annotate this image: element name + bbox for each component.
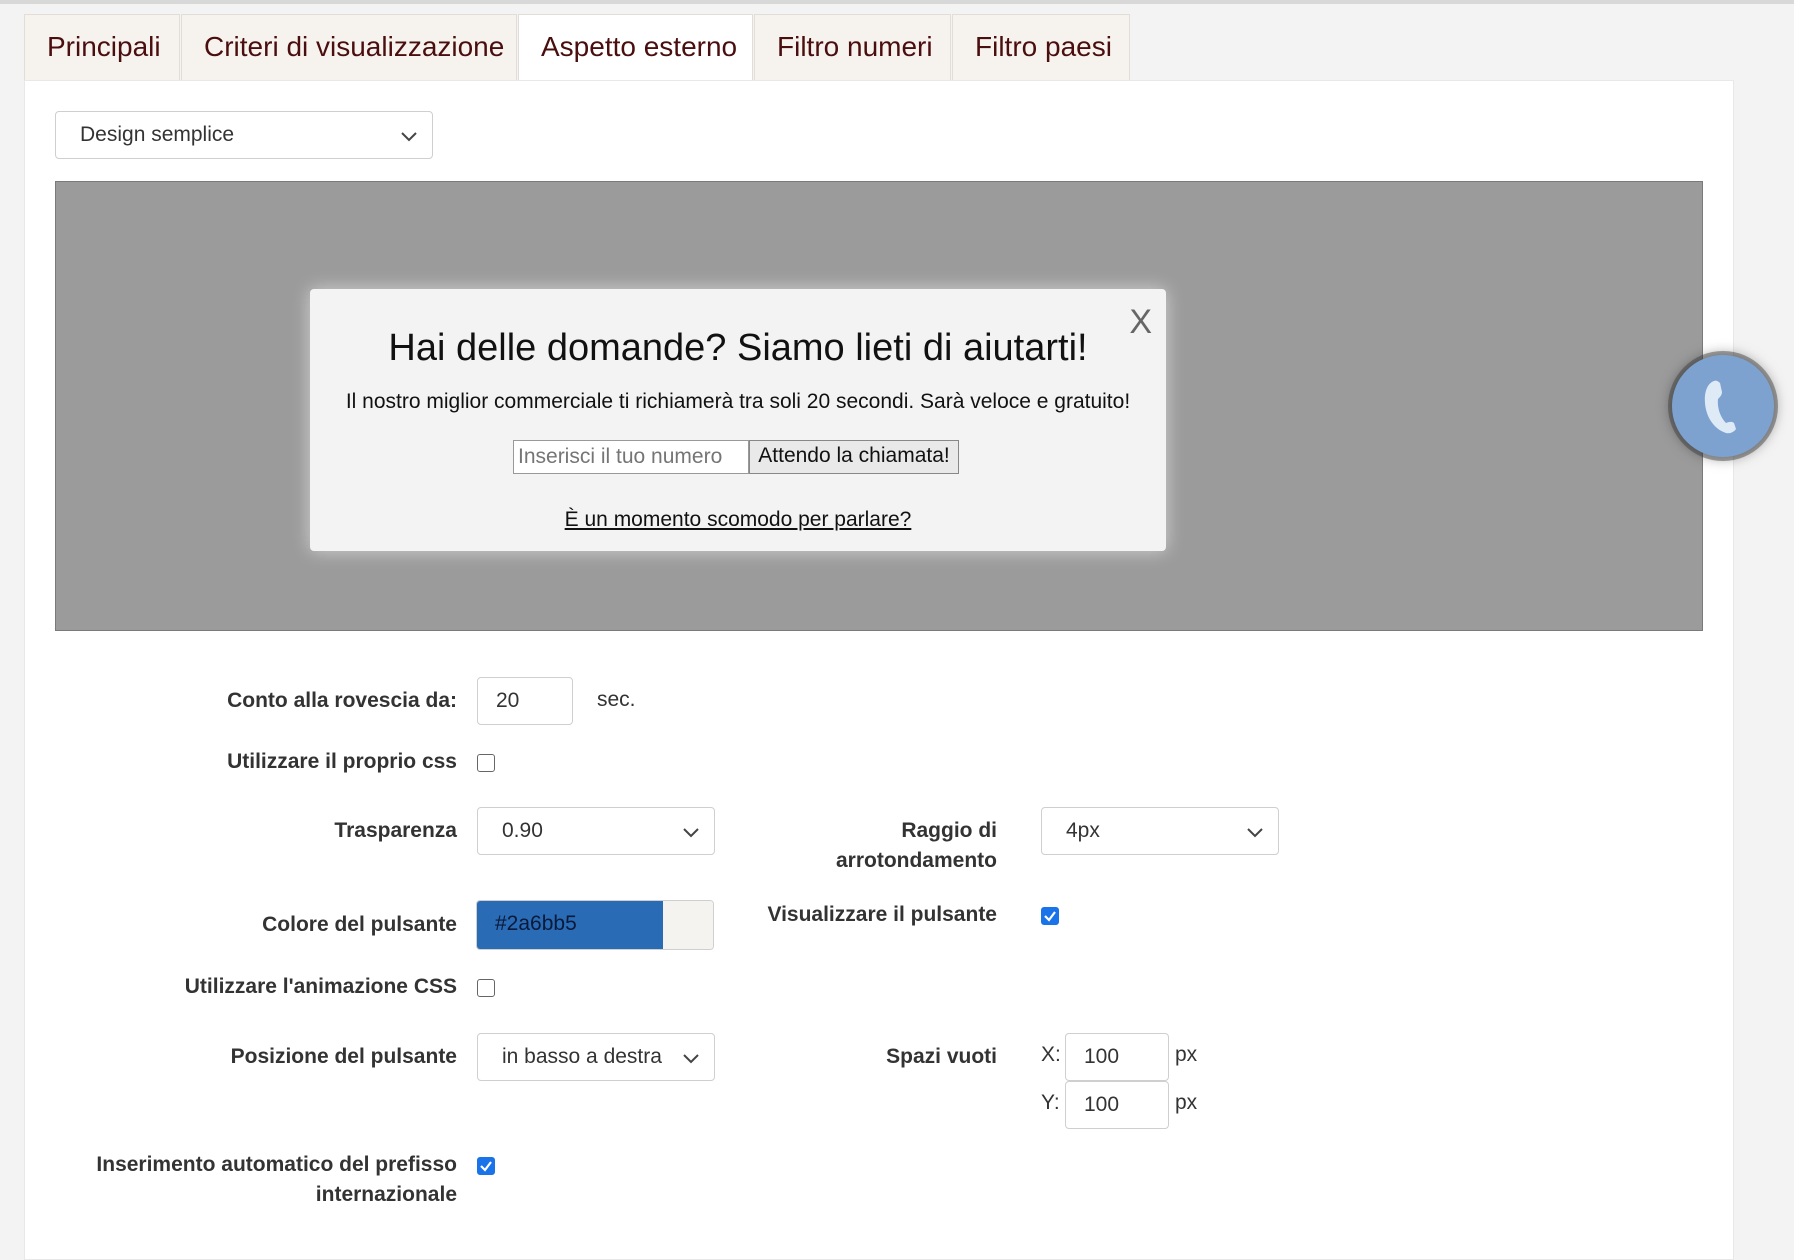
- auto-prefix-label-line1: Inserimento automatico del prefisso: [96, 1153, 457, 1176]
- top-border: [0, 0, 1794, 4]
- button-color-label: Colore del pulsante: [262, 913, 457, 936]
- tab-aspetto-esterno[interactable]: Aspetto esterno: [518, 14, 753, 82]
- radius-value: 4px: [1066, 819, 1100, 842]
- css-animation-checkbox[interactable]: [477, 979, 495, 997]
- auto-prefix-checkbox[interactable]: [477, 1157, 495, 1175]
- css-animation-label: Utilizzare l'animazione CSS: [184, 975, 457, 998]
- chevron-down-icon: [1247, 828, 1263, 838]
- gap-y-unit: px: [1175, 1091, 1198, 1114]
- button-color-swatch: #2a6bb5: [477, 901, 663, 949]
- auto-prefix-label: Inserimento automatico del prefisso inte…: [45, 1150, 457, 1210]
- gap-x-label: X:: [1041, 1043, 1061, 1066]
- popup-title: Hai delle domande? Siamo lieti di aiutar…: [388, 327, 1088, 369]
- gaps-label: Spazi vuoti: [886, 1045, 997, 1068]
- gap-x-input[interactable]: 100: [1065, 1033, 1169, 1081]
- transparency-value: 0.90: [502, 819, 543, 842]
- tab-bar: Principali Criteri di visualizzazione As…: [24, 14, 1131, 82]
- chevron-down-icon: [401, 132, 417, 142]
- tab-principali[interactable]: Principali: [24, 14, 180, 81]
- chevron-down-icon: [683, 828, 699, 838]
- countdown-label: Conto alla rovescia da:: [227, 689, 457, 712]
- preview-popup: X Hai delle domande? Siamo lieti di aiut…: [310, 289, 1166, 551]
- show-button-label: Visualizzare il pulsante: [767, 903, 997, 926]
- design-select-value: Design semplice: [80, 123, 235, 146]
- gap-y-label: Y:: [1041, 1091, 1060, 1114]
- widget-preview: X Hai delle domande? Siamo lieti di aiut…: [55, 181, 1703, 631]
- gap-y-input[interactable]: 100: [1065, 1081, 1169, 1129]
- gap-x-unit: px: [1175, 1043, 1198, 1066]
- own-css-checkbox[interactable]: [477, 754, 495, 772]
- radius-select[interactable]: 4px: [1041, 807, 1279, 855]
- color-picker-handle: [663, 901, 713, 949]
- countdown-input[interactable]: 20: [477, 677, 573, 725]
- countdown-unit: sec.: [597, 688, 636, 711]
- checkmark-icon: [480, 1161, 492, 1172]
- popup-form: Attendo la chiamata!: [513, 440, 959, 474]
- transparency-label: Trasparenza: [334, 819, 457, 842]
- popup-subtitle: Il nostro miglior commerciale ti richiam…: [345, 390, 1131, 413]
- settings-panel: Design semplice X Hai delle domande? Sia…: [24, 80, 1734, 1260]
- show-button-checkbox[interactable]: [1041, 907, 1059, 925]
- chevron-down-icon: [683, 1054, 699, 1064]
- button-position-select[interactable]: in basso a destra: [477, 1033, 715, 1081]
- checkmark-icon: [1044, 911, 1056, 922]
- radius-label-line1: Raggio di: [901, 819, 997, 842]
- own-css-label: Utilizzare il proprio css: [227, 750, 457, 773]
- tab-criteri-di-visualizzazione[interactable]: Criteri di visualizzazione: [181, 14, 517, 81]
- button-position-value: in basso a destra: [502, 1045, 662, 1068]
- tab-filtro-paesi[interactable]: Filtro paesi: [952, 14, 1130, 81]
- call-me-button[interactable]: Attendo la chiamata!: [749, 440, 959, 474]
- floating-call-button[interactable]: [1672, 355, 1774, 457]
- button-position-label: Posizione del pulsante: [230, 1045, 457, 1068]
- inconvenient-time-link[interactable]: È un momento scomodo per parlare?: [310, 508, 1166, 532]
- tab-filtro-numeri[interactable]: Filtro numeri: [754, 14, 951, 81]
- button-color-picker[interactable]: #2a6bb5: [476, 900, 714, 950]
- phone-input[interactable]: [513, 440, 749, 474]
- radius-label: Raggio di arrotondamento: [725, 816, 997, 876]
- auto-prefix-label-line2: internazionale: [315, 1183, 457, 1206]
- phone-icon: [1704, 380, 1736, 434]
- transparency-select[interactable]: 0.90: [477, 807, 715, 855]
- design-select[interactable]: Design semplice: [55, 111, 433, 159]
- radius-label-line2: arrotondamento: [835, 849, 997, 872]
